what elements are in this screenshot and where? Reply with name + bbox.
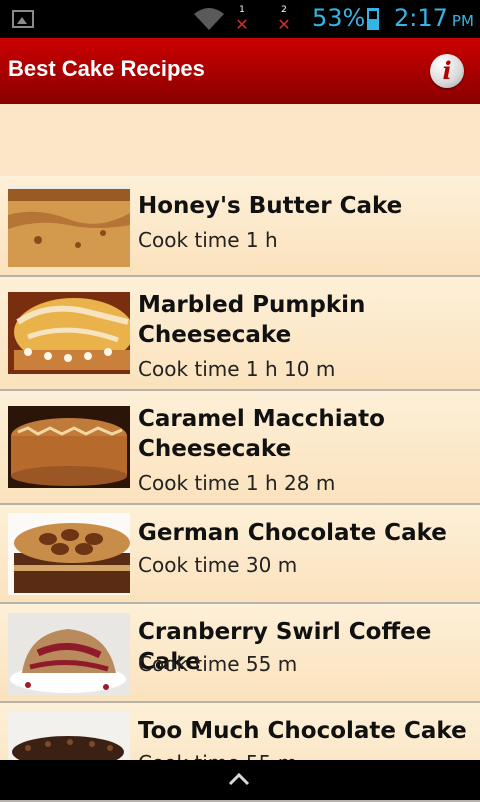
recipe-cook-time: Cook time 1 h [138,228,278,252]
sim1-label: 1 [239,5,245,15]
status-bar: 1 ✕ 2 ✕ 53% 2:17 PM [0,0,480,38]
recipe-name: German Chocolate Cake [138,520,447,546]
app-header: Best Cake Recipes i [0,38,480,104]
recipe-cook-time: Cook time 30 m [138,553,298,577]
recipe-name: Marbled Pumpkin Cheesecake [138,292,366,348]
recipe-cook-time: Cook time 55 m [138,652,298,676]
recipe-list: Honey's Butter Cake Cook time 1 h Marble… [0,176,480,802]
recipe-name: Too Much Chocolate Cake [138,718,467,744]
clock-time: 2:17 [394,4,448,32]
recipe-row[interactable]: Cranberry Swirl Coffee Cake Cook time 55… [0,604,480,703]
recipe-cook-time: Cook time 1 h 10 m [138,357,336,381]
sim2-no-signal-icon: 2 ✕ [277,5,291,35]
info-icon: i [442,56,452,85]
recipe-name: Honey's Butter Cake [138,193,403,219]
sim2-label: 2 [281,5,287,15]
info-button[interactable]: i [430,54,464,88]
battery-icon [367,8,379,30]
recipe-thumbnail [8,406,130,488]
recipe-row[interactable]: Honey's Butter Cake Cook time 1 h [0,176,480,277]
recipe-thumbnail [8,513,130,595]
clock-ampm: PM [451,12,474,30]
recipe-thumbnail [8,292,130,374]
battery-percent: 53% [312,4,366,32]
recipe-row[interactable]: Caramel Macchiato Cheesecake Cook time 1… [0,391,480,505]
recipe-thumbnail [8,613,130,695]
navigation-bar [0,760,480,800]
chevron-up-icon[interactable] [228,772,250,786]
wifi-icon [194,8,224,30]
recipe-row[interactable]: German Chocolate Cake Cook time 30 m [0,505,480,604]
recipe-name: Caramel Macchiato Cheesecake [138,406,385,462]
app-title: Best Cake Recipes [8,56,205,81]
sim1-no-signal-icon: 1 ✕ [235,5,249,35]
recipe-thumbnail [8,185,130,267]
clock: 2:17 PM [394,4,474,32]
recipe-row[interactable]: Marbled Pumpkin Cheesecake Cook time 1 h… [0,277,480,391]
recipe-cook-time: Cook time 1 h 28 m [138,471,336,495]
gallery-icon [12,10,34,28]
